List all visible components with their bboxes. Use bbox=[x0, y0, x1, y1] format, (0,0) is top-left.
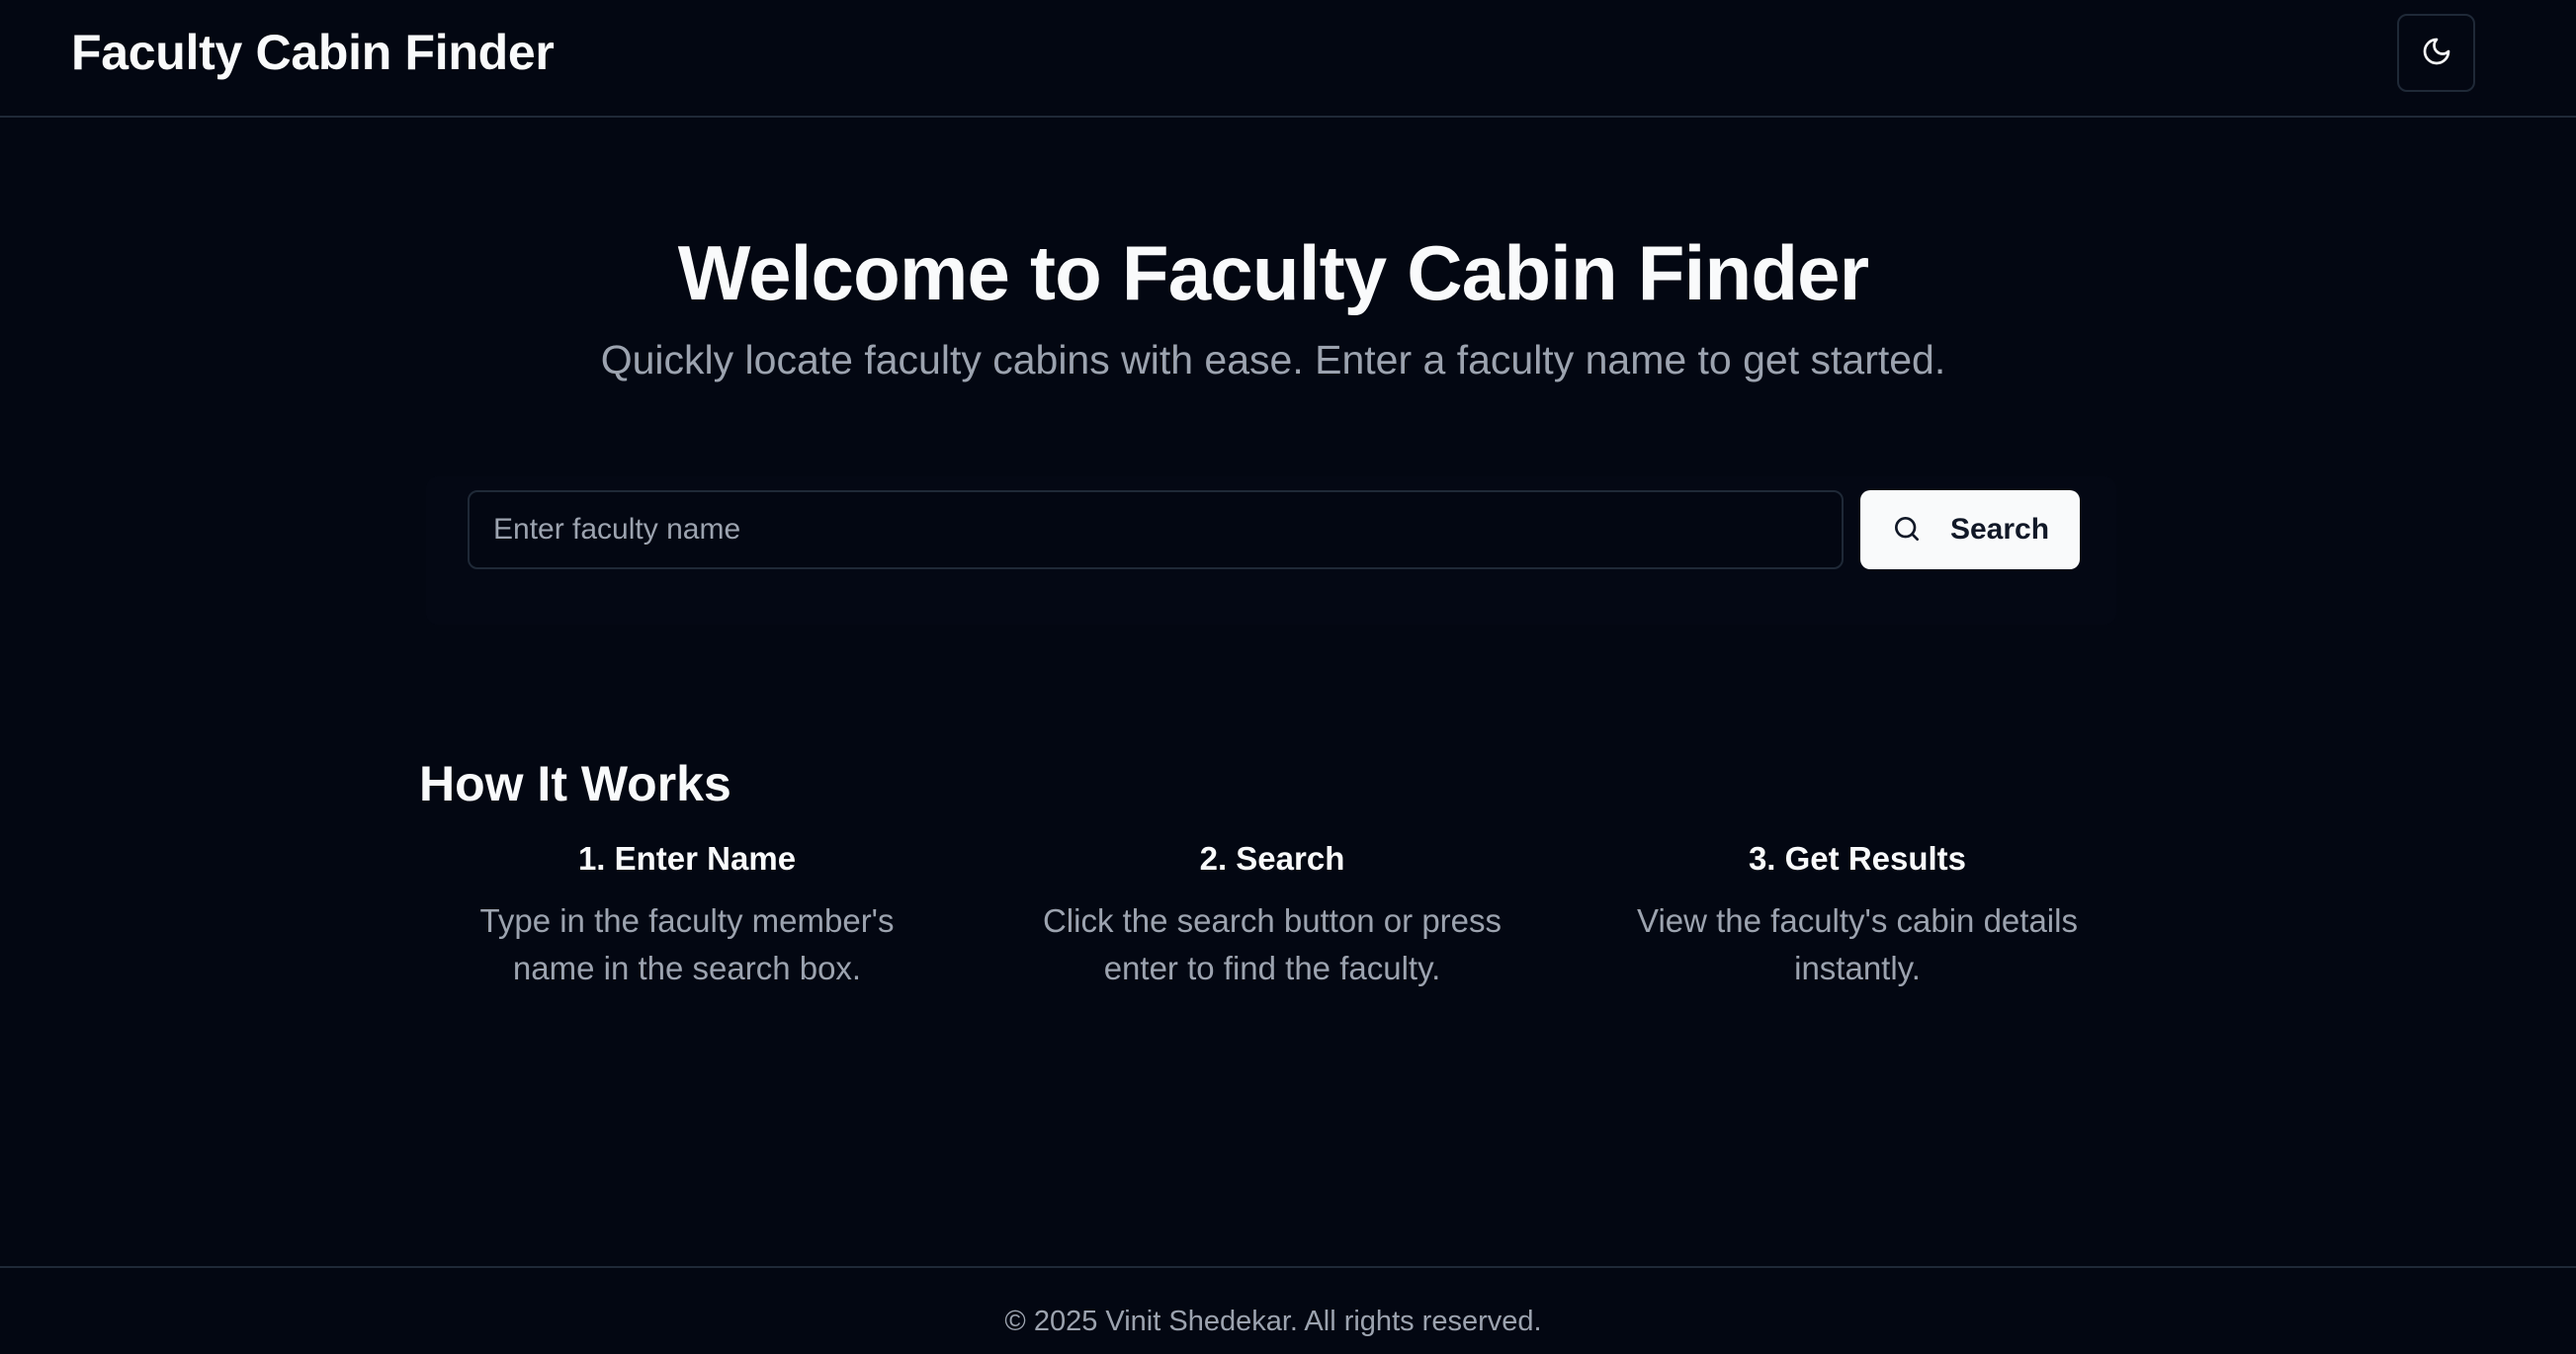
step-description: Type in the faculty member's name in the… bbox=[479, 902, 895, 986]
page-footer: © 2025 Vinit Shedekar. All rights reserv… bbox=[0, 1266, 2576, 1354]
hero-title: Welcome to Faculty Cabin Finder bbox=[677, 229, 1869, 317]
app-title[interactable]: Faculty Cabin Finder bbox=[71, 22, 555, 83]
step-description: View the faculty's cabin details instant… bbox=[1637, 902, 2078, 986]
top-header: Faculty Cabin Finder bbox=[0, 0, 2576, 118]
step-enter-name: 1. Enter Name Type in the faculty member… bbox=[420, 836, 954, 992]
copyright-text: © 2025 Vinit Shedekar. All rights reserv… bbox=[1004, 1306, 1542, 1337]
faculty-search-input[interactable] bbox=[468, 490, 1844, 569]
step-title: 3. Get Results bbox=[1748, 840, 1967, 877]
search-icon bbox=[1891, 513, 1923, 548]
step-search: 2. Search Click the search button or pre… bbox=[1005, 836, 1539, 992]
step-get-results: 3. Get Results View the faculty's cabin … bbox=[1590, 836, 2124, 992]
how-it-works-title: How It Works bbox=[419, 755, 731, 811]
step-title: 2. Search bbox=[1199, 840, 1345, 877]
moon-icon bbox=[2421, 36, 2452, 70]
search-button[interactable]: Search bbox=[1860, 490, 2080, 569]
theme-toggle-button[interactable] bbox=[2397, 14, 2475, 92]
search-button-label: Search bbox=[1949, 513, 2050, 546]
step-description: Click the search button or press enter t… bbox=[1042, 902, 1503, 986]
step-title: 1. Enter Name bbox=[577, 840, 797, 877]
hero-subtitle: Quickly locate faculty cabins with ease.… bbox=[600, 337, 1946, 382]
